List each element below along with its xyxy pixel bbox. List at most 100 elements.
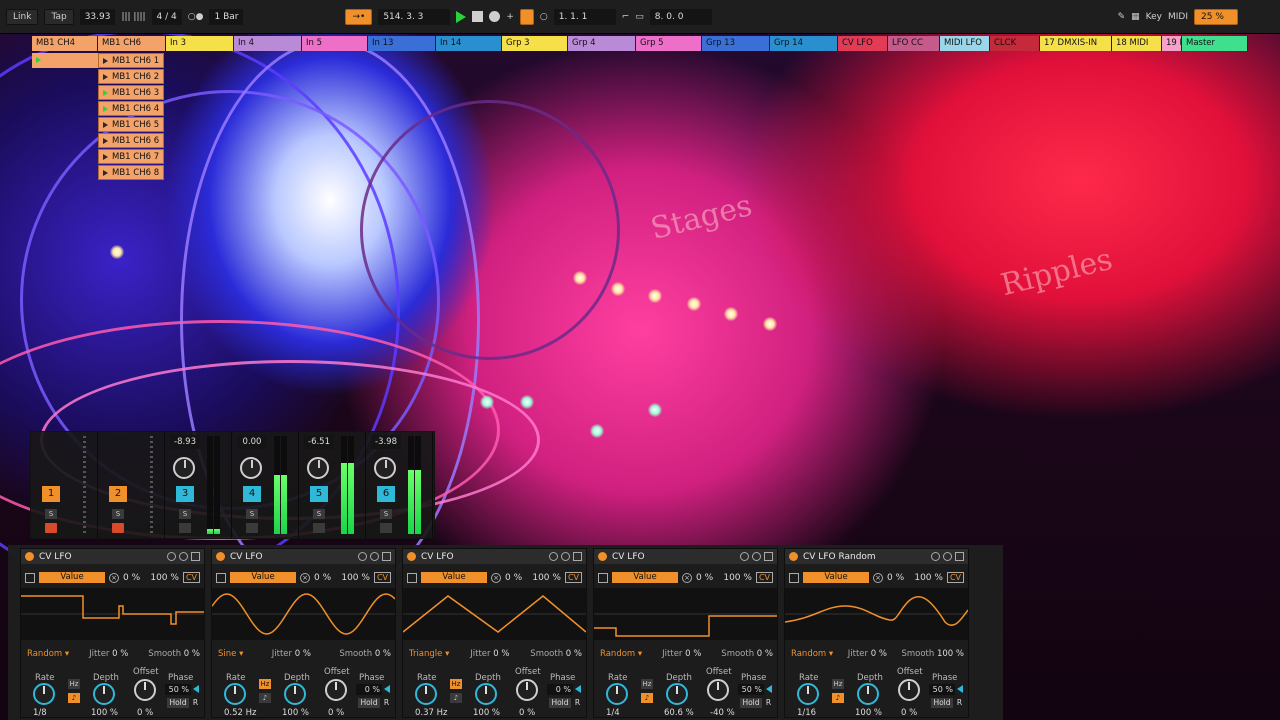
offset-knob[interactable]: [707, 679, 729, 701]
solo-button[interactable]: S: [179, 509, 191, 519]
depth-knob[interactable]: [857, 683, 879, 705]
jitter-value[interactable]: 0 %: [112, 649, 128, 659]
track-header[interactable]: 17 DMXIS-IN: [1040, 36, 1112, 51]
smooth-value[interactable]: 0 %: [375, 649, 391, 659]
device-title-bar[interactable]: CV LFO: [403, 549, 586, 564]
max-value[interactable]: 100 %: [723, 573, 752, 583]
hold-button[interactable]: Hold: [358, 698, 380, 708]
empty-clip-slot[interactable]: [32, 165, 98, 180]
play-button[interactable]: [456, 10, 467, 23]
track-header[interactable]: 19 D: [1162, 36, 1182, 51]
clip[interactable]: MB1 CH6 4: [98, 101, 164, 116]
monitor-button[interactable]: [380, 523, 392, 533]
clip-launch-icon[interactable]: [103, 137, 108, 144]
target-parameter-button[interactable]: Value: [230, 572, 296, 583]
edit-icon[interactable]: [561, 552, 570, 561]
empty-clip-slot[interactable]: [32, 101, 98, 116]
edit-icon[interactable]: [370, 552, 379, 561]
rate-knob[interactable]: [606, 683, 628, 705]
pan-knob[interactable]: [240, 457, 262, 479]
waveform-shape-menu[interactable]: Random ▾: [791, 649, 833, 659]
track-header[interactable]: Grp 4: [568, 36, 636, 51]
min-value[interactable]: 0 %: [123, 573, 140, 583]
phase-value[interactable]: 50 %: [165, 684, 191, 695]
clip-launch-icon[interactable]: [103, 153, 108, 160]
save-preset-icon[interactable]: [573, 552, 582, 561]
waveform-shape-menu[interactable]: Random ▾: [600, 649, 642, 659]
min-value[interactable]: 0 %: [314, 573, 331, 583]
track-header[interactable]: Master: [1182, 36, 1248, 51]
quantize-menu[interactable]: 1 Bar: [209, 8, 244, 25]
offset-knob[interactable]: [516, 679, 538, 701]
solo-button[interactable]: S: [45, 509, 57, 519]
note-sync-toggle[interactable]: ♪: [259, 693, 271, 703]
pan-knob[interactable]: [307, 457, 329, 479]
rate-knob[interactable]: [797, 683, 819, 705]
track-header[interactable]: In 14: [436, 36, 502, 51]
note-sync-toggle[interactable]: ♪: [641, 693, 653, 703]
clip-launch-icon[interactable]: [103, 73, 108, 80]
solo-button[interactable]: S: [380, 509, 392, 519]
depth-knob[interactable]: [666, 683, 688, 705]
jitter-value[interactable]: 0 %: [295, 649, 311, 659]
clip[interactable]: MB1 CH6 6: [98, 133, 164, 148]
jitter-value[interactable]: 0 %: [871, 649, 887, 659]
cv-toggle[interactable]: CV: [564, 572, 582, 583]
volume-field[interactable]: -3.98: [371, 435, 401, 449]
loop-length-field[interactable]: 8. 0. 0: [649, 8, 712, 25]
solo-button[interactable]: S: [313, 509, 325, 519]
track-header[interactable]: In 3: [166, 36, 234, 51]
smooth-value[interactable]: 0 %: [566, 649, 582, 659]
midi-map-button[interactable]: MIDI: [1168, 12, 1188, 22]
track-activator[interactable]: 4: [243, 486, 261, 502]
solo-button[interactable]: S: [112, 509, 124, 519]
retrigger-button[interactable]: R: [382, 698, 391, 708]
track-header[interactable]: CV LFO: [838, 36, 888, 51]
map-button[interactable]: [407, 572, 417, 583]
track-activator[interactable]: 1: [42, 486, 60, 502]
loop-icon[interactable]: ▭: [635, 12, 644, 22]
rate-knob[interactable]: [415, 683, 437, 705]
smooth-value[interactable]: 100 %: [937, 649, 964, 659]
note-sync-toggle[interactable]: ♪: [832, 693, 844, 703]
max-value[interactable]: 100 %: [914, 573, 943, 583]
phase-arrow-icon[interactable]: [957, 685, 963, 693]
empty-clip-slot[interactable]: [32, 85, 98, 100]
save-preset-icon[interactable]: [764, 552, 773, 561]
track-header[interactable]: In 4: [234, 36, 302, 51]
track-activator[interactable]: 5: [310, 486, 328, 502]
device-title-bar[interactable]: CV LFO: [21, 549, 204, 564]
track-header[interactable]: Grp 14: [770, 36, 838, 51]
track-header[interactable]: MB1 CH4: [32, 36, 98, 51]
clip-launch-icon[interactable]: [103, 89, 108, 96]
retrigger-button[interactable]: R: [573, 698, 582, 708]
hold-button[interactable]: Hold: [740, 698, 762, 708]
track-header[interactable]: MB1 CH6: [98, 36, 166, 51]
retrigger-button[interactable]: R: [191, 698, 200, 708]
depth-knob[interactable]: [93, 683, 115, 705]
unmap-icon[interactable]: ×: [873, 572, 883, 583]
draw-mode-icon[interactable]: ✎: [1118, 12, 1126, 22]
clip[interactable]: MB1 CH6 3: [98, 85, 164, 100]
phase-arrow-icon[interactable]: [766, 685, 772, 693]
hot-swap-icon[interactable]: [740, 552, 749, 561]
device-power-icon[interactable]: [25, 552, 34, 561]
session-record-icon[interactable]: ○: [540, 12, 548, 22]
hz-toggle[interactable]: Hz: [259, 679, 271, 689]
map-button[interactable]: [789, 572, 799, 583]
computer-keyboard-icon[interactable]: ▦: [1131, 12, 1140, 22]
hz-toggle[interactable]: Hz: [450, 679, 462, 689]
note-sync-toggle[interactable]: ♪: [450, 693, 462, 703]
max-value[interactable]: 100 %: [532, 573, 561, 583]
arm-button[interactable]: [112, 523, 124, 533]
stop-button[interactable]: [472, 11, 484, 22]
rate-knob[interactable]: [224, 683, 246, 705]
min-value[interactable]: 0 %: [505, 573, 522, 583]
waveform-shape-menu[interactable]: Random ▾: [27, 649, 69, 659]
min-value[interactable]: 0 %: [887, 573, 904, 583]
add-icon[interactable]: +: [506, 12, 514, 22]
punch-in-icon[interactable]: ⌐: [622, 12, 630, 22]
hold-button[interactable]: Hold: [167, 698, 189, 708]
retrigger-button[interactable]: R: [955, 698, 964, 708]
edit-icon[interactable]: [179, 552, 188, 561]
